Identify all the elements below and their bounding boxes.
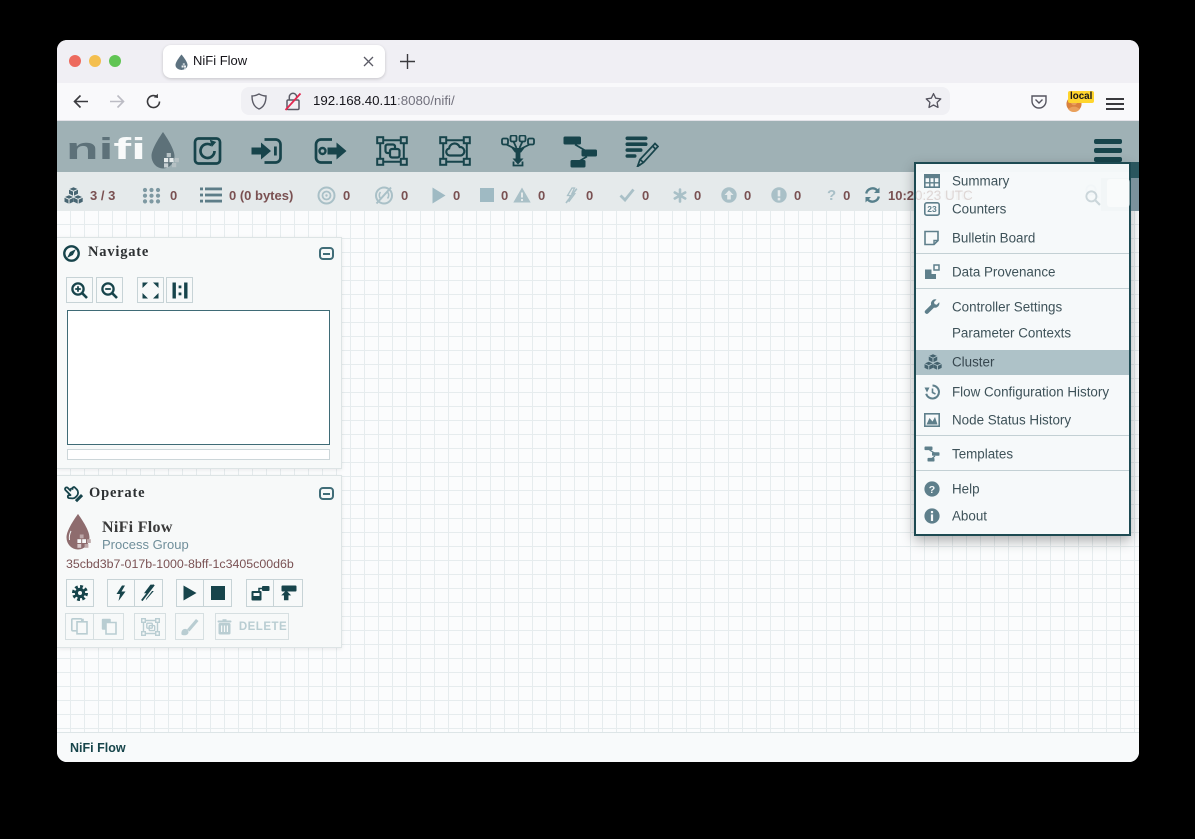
svg-text:23: 23 bbox=[927, 204, 937, 214]
svg-text:?: ? bbox=[929, 484, 935, 496]
